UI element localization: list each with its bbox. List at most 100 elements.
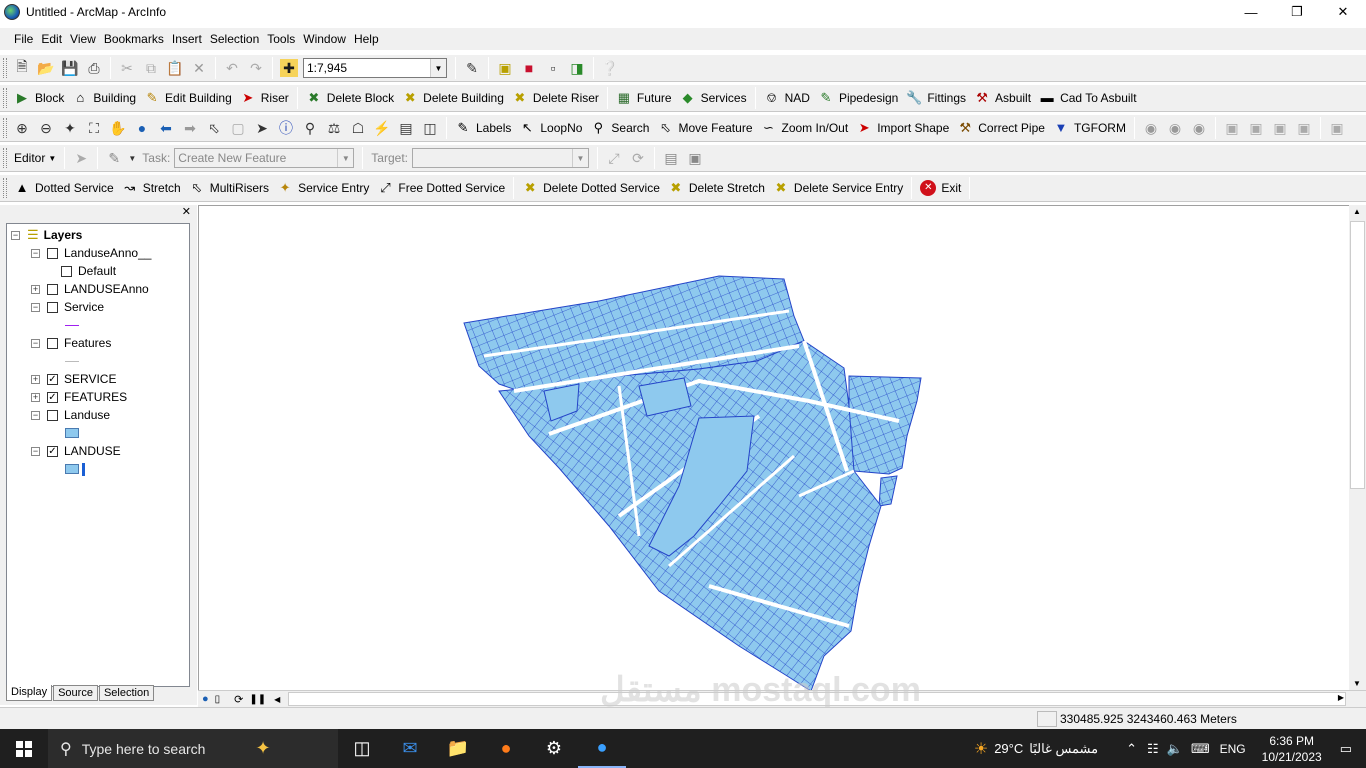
toc-close-icon[interactable]: ✕: [182, 205, 191, 218]
task-view-icon[interactable]: ◫: [338, 729, 386, 768]
nad-button[interactable]: ⎊ NAD: [760, 86, 814, 110]
file-explorer-icon[interactable]: 📁: [434, 729, 482, 768]
zoom-out-icon[interactable]: ⊖: [34, 116, 58, 140]
hyperlink-icon[interactable]: ⚡: [370, 116, 394, 140]
full-extent-icon[interactable]: ●: [130, 116, 154, 140]
fixed-zoom-in-icon[interactable]: ✦: [58, 116, 82, 140]
topology-icon[interactable]: ◉: [1139, 116, 1163, 140]
layer-item[interactable]: + ✓ SERVICE: [31, 370, 116, 388]
zoom-in-icon[interactable]: ⊕: [10, 116, 34, 140]
fixed-zoom-out-icon[interactable]: ⛶: [82, 116, 106, 140]
notification-icon[interactable]: ▭: [1340, 741, 1352, 757]
delete-icon[interactable]: ✕: [187, 56, 211, 80]
loopno-button[interactable]: ↖ LoopNo: [515, 116, 586, 140]
service-entry-button[interactable]: ✦ Service Entry: [273, 176, 373, 200]
move-feature-button[interactable]: ⬁ Move Feature: [653, 116, 756, 140]
minimize-button[interactable]: —: [1228, 0, 1274, 24]
attributes-icon[interactable]: ▤: [659, 146, 683, 170]
new-document-icon[interactable]: 🗎: [10, 56, 34, 80]
layout-pan-icon[interactable]: ▣: [1268, 116, 1292, 140]
print-icon[interactable]: ⎙: [82, 56, 106, 80]
tgform-button[interactable]: ▼ TGFORM: [1049, 116, 1130, 140]
editor-toolbar-icon[interactable]: ✎: [460, 56, 484, 80]
delete-block-button[interactable]: ✖ Delete Block: [302, 86, 398, 110]
stretch-button[interactable]: ↝ Stretch: [118, 176, 185, 200]
layout-zoom-in-icon[interactable]: ▣: [1220, 116, 1244, 140]
search-button[interactable]: ⚲ Search: [586, 116, 653, 140]
paste-icon[interactable]: 📋: [163, 56, 187, 80]
features-symbol[interactable]: [65, 352, 79, 370]
add-data-icon[interactable]: ✚: [280, 59, 298, 77]
dotted-service-button[interactable]: ▲ Dotted Service: [10, 176, 118, 200]
zoom-in-out-button[interactable]: ∽ Zoom In/Out: [757, 116, 853, 140]
clear-selection-icon[interactable]: ▢: [226, 116, 250, 140]
landuse-symbol[interactable]: [65, 460, 85, 478]
network-icon[interactable]: ☷: [1147, 741, 1159, 757]
arccatalog-icon[interactable]: ▣: [493, 56, 517, 80]
edit-building-button[interactable]: ✎ Edit Building: [140, 86, 236, 110]
layer-item[interactable]: + LANDUSEAnno: [31, 280, 149, 298]
keyboard-icon[interactable]: ⌨: [1191, 741, 1210, 757]
editor-menu[interactable]: Editor ▼: [10, 146, 60, 170]
refresh-icon[interactable]: ⟳: [234, 693, 243, 706]
save-icon[interactable]: 💾: [58, 56, 82, 80]
multirisers-button[interactable]: ⬁ MultiRisers: [185, 176, 273, 200]
firefox-icon[interactable]: ●: [482, 729, 530, 768]
sketch-tool-icon[interactable]: ✎: [102, 146, 126, 170]
settings-icon[interactable]: ⚙: [530, 729, 578, 768]
select-features-icon[interactable]: ⬁: [202, 116, 226, 140]
edit-tool-icon[interactable]: ➤: [69, 146, 93, 170]
forward-icon[interactable]: ➡: [178, 116, 202, 140]
block-button[interactable]: ▶ Block: [10, 86, 68, 110]
volume-icon[interactable]: 🔈: [1167, 741, 1183, 757]
undo-icon[interactable]: ↶: [220, 56, 244, 80]
tab-source[interactable]: Source: [53, 685, 98, 701]
weather-text[interactable]: مشمس غالبًا: [1029, 741, 1098, 757]
sketch-dropdown-icon[interactable]: ▼: [126, 146, 138, 170]
arctoolbox-icon[interactable]: ■: [517, 56, 541, 80]
whats-this-icon[interactable]: ❔: [598, 56, 622, 80]
layout-view-icon[interactable]: ▯: [215, 694, 221, 705]
start-button[interactable]: [0, 729, 48, 768]
mail-icon[interactable]: ✉: [386, 729, 434, 768]
menu-tools[interactable]: Tools: [263, 32, 299, 46]
menu-selection[interactable]: Selection: [206, 32, 263, 46]
weather-temp[interactable]: 29°C: [994, 741, 1023, 756]
layout-100-icon[interactable]: ▣: [1292, 116, 1316, 140]
tab-display[interactable]: Display: [6, 685, 53, 701]
cad-to-asbuilt-button[interactable]: ▬ Cad To Asbuilt: [1035, 86, 1141, 110]
task-combo[interactable]: Create New Feature ▼: [174, 148, 355, 168]
rotate-tool-icon[interactable]: ⟳: [626, 146, 650, 170]
chevron-down-icon[interactable]: ▼: [571, 149, 588, 167]
building-button[interactable]: ⌂ Building: [68, 86, 140, 110]
model-builder-icon[interactable]: ◨: [565, 56, 589, 80]
free-dotted-service-button[interactable]: ⤢ Free Dotted Service: [373, 176, 509, 200]
layout-zoom-out-icon[interactable]: ▣: [1244, 116, 1268, 140]
delete-riser-button[interactable]: ✖ Delete Riser: [508, 86, 603, 110]
chevron-down-icon[interactable]: ▼: [430, 59, 446, 77]
pan-icon[interactable]: ✋: [106, 116, 130, 140]
weather-icon[interactable]: ☀: [974, 739, 988, 759]
delete-stretch-button[interactable]: ✖ Delete Stretch: [664, 176, 769, 200]
create-viewer-icon[interactable]: ◫: [418, 116, 442, 140]
map-display[interactable]: [198, 205, 1349, 692]
select-elements-icon[interactable]: ➤: [250, 116, 274, 140]
copy-icon[interactable]: ⧉: [139, 56, 163, 80]
labels-button[interactable]: ✎ Labels: [451, 116, 515, 140]
scroll-thumb[interactable]: [1350, 221, 1365, 489]
delete-dotted-service-button[interactable]: ✖ Delete Dotted Service: [518, 176, 664, 200]
sketch-properties-icon[interactable]: ▣: [683, 146, 707, 170]
services-button[interactable]: ◆ Services: [676, 86, 751, 110]
riser-button[interactable]: ➤ Riser: [236, 86, 293, 110]
chevron-down-icon[interactable]: ▼: [337, 149, 354, 167]
layers-root[interactable]: − ☰ Layers: [11, 226, 82, 244]
menu-help[interactable]: Help: [350, 32, 383, 46]
fittings-button[interactable]: 🔧 Fittings: [902, 86, 970, 110]
menu-window[interactable]: Window: [299, 32, 350, 46]
tab-selection[interactable]: Selection: [98, 685, 155, 701]
find-icon[interactable]: ⚲: [298, 116, 322, 140]
cut-icon[interactable]: ✂: [115, 56, 139, 80]
command-line-icon[interactable]: ▫: [541, 56, 565, 80]
arcmap-taskbar-icon[interactable]: ●: [578, 729, 626, 768]
open-icon[interactable]: 📂: [34, 56, 58, 80]
